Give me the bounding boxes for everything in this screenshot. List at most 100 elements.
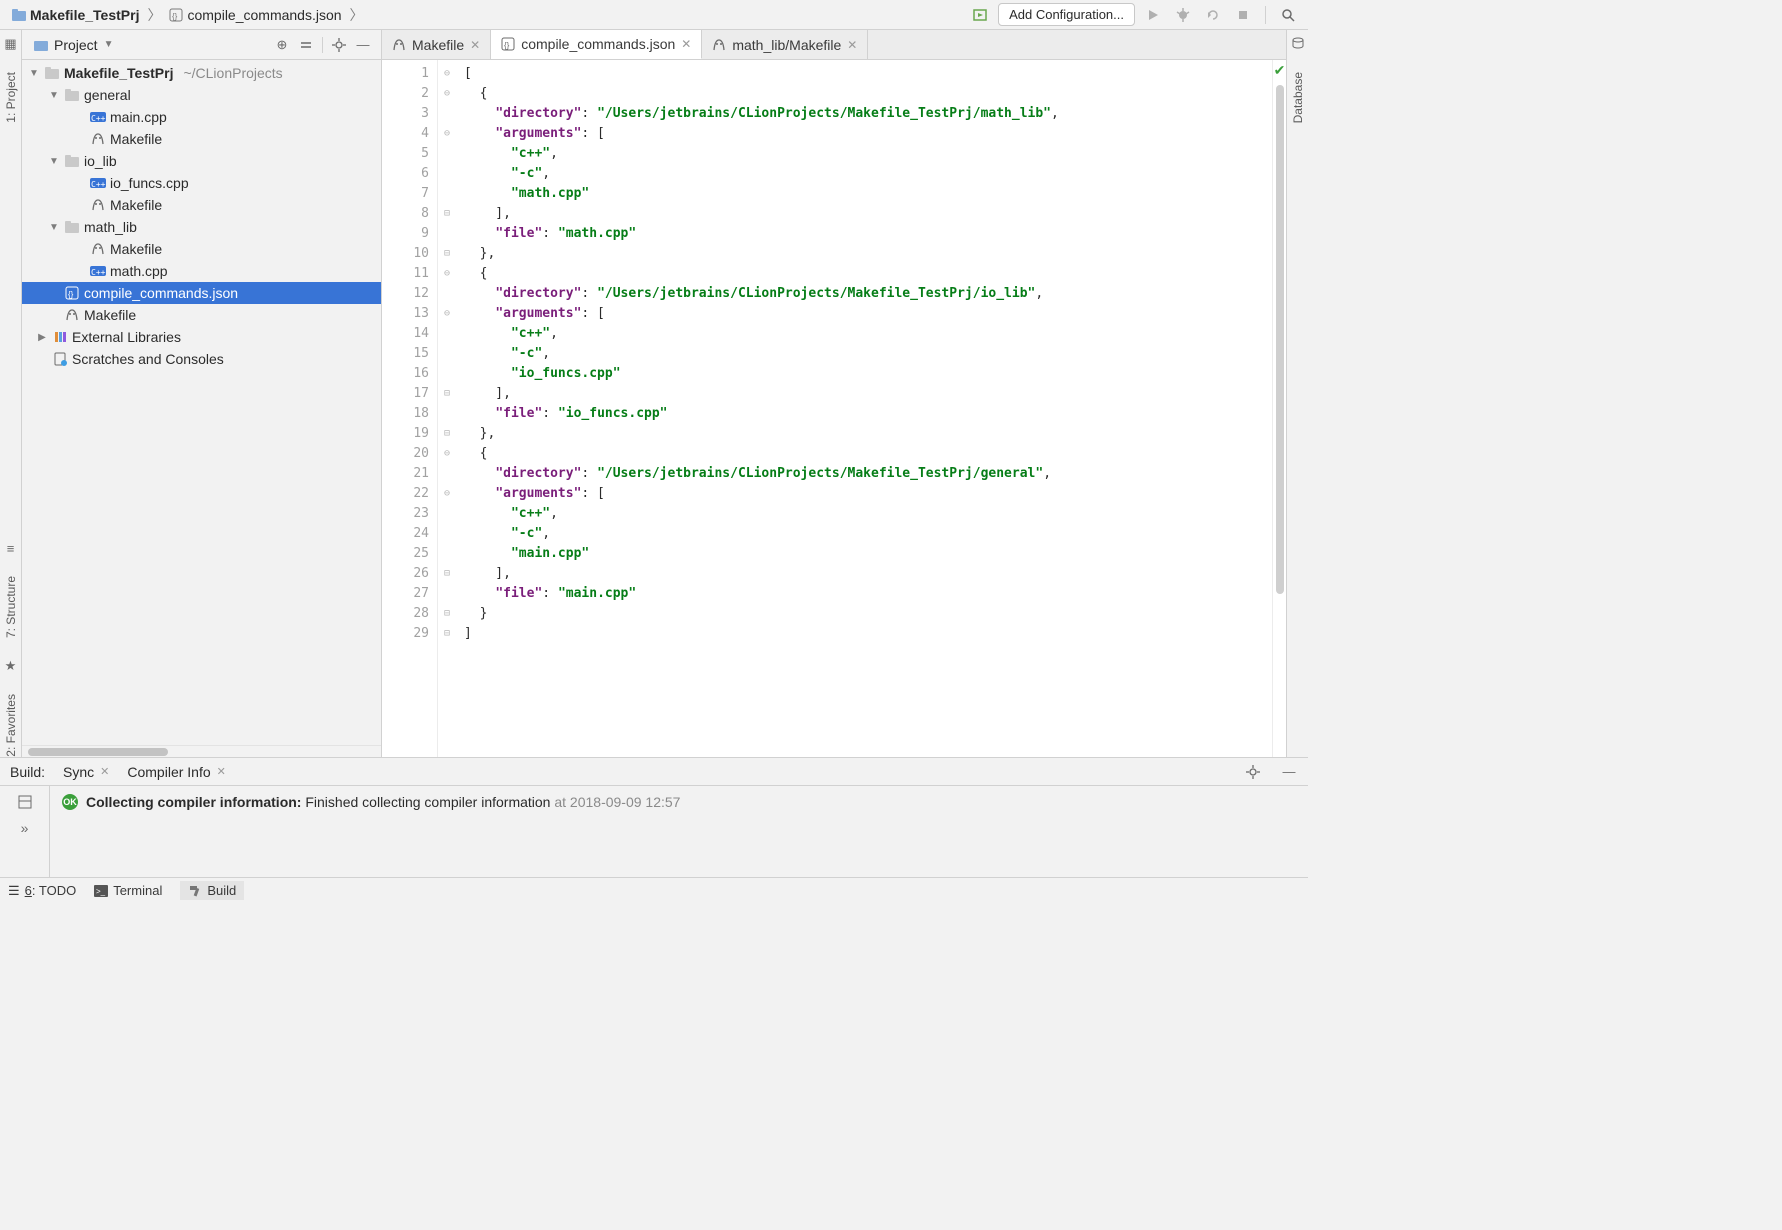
line-number[interactable]: 10 <box>382 244 429 264</box>
fold-mark[interactable] <box>438 164 456 184</box>
line-number[interactable]: 28 <box>382 604 429 624</box>
line-number[interactable]: 23 <box>382 504 429 524</box>
line-number[interactable]: 21 <box>382 464 429 484</box>
tree-node[interactable]: Makefile <box>22 304 381 326</box>
tree-node[interactable]: ▼general <box>22 84 381 106</box>
search-icon[interactable] <box>1276 3 1300 27</box>
fold-mark[interactable] <box>438 364 456 384</box>
line-number[interactable]: 11 <box>382 264 429 284</box>
scrollbar-thumb[interactable] <box>1276 85 1284 594</box>
editor-tab[interactable]: math_lib/Makefile✕ <box>702 30 868 59</box>
fold-mark[interactable]: ⊖ <box>438 484 456 504</box>
editor-tab[interactable]: {}compile_commands.json✕ <box>491 30 702 59</box>
fold-mark[interactable]: ⊟ <box>438 604 456 624</box>
tree-node[interactable]: C++math.cpp <box>22 260 381 282</box>
status-terminal[interactable]: >_ Terminal <box>94 883 162 898</box>
editor-tab[interactable]: Makefile✕ <box>382 30 491 59</box>
fold-mark[interactable] <box>438 584 456 604</box>
error-stripe[interactable]: ✔ <box>1272 60 1286 757</box>
tree-twisty-icon[interactable]: ▶ <box>36 332 48 343</box>
line-number-gutter[interactable]: 1234567891011121314151617181920212223242… <box>382 60 438 757</box>
fold-mark[interactable]: ⊖ <box>438 84 456 104</box>
line-number[interactable]: 22 <box>382 484 429 504</box>
hide-tool-window-icon[interactable]: — <box>353 35 373 55</box>
status-build[interactable]: Build <box>180 881 244 900</box>
line-number[interactable]: 20 <box>382 444 429 464</box>
line-number[interactable]: 15 <box>382 344 429 364</box>
tree-node[interactable]: {}compile_commands.json <box>22 282 381 304</box>
line-number[interactable]: 8 <box>382 204 429 224</box>
fold-mark[interactable] <box>438 404 456 424</box>
fold-mark[interactable]: ⊟ <box>438 564 456 584</box>
fold-mark[interactable] <box>438 144 456 164</box>
code-editor[interactable]: [ { "directory": "/Users/jetbrains/CLion… <box>456 60 1272 757</box>
tree-twisty-icon[interactable]: ▼ <box>48 222 60 233</box>
tree-node[interactable]: ▼math_lib <box>22 216 381 238</box>
line-number[interactable]: 14 <box>382 324 429 344</box>
fold-mark[interactable] <box>438 504 456 524</box>
line-number[interactable]: 12 <box>382 284 429 304</box>
line-number[interactable]: 27 <box>382 584 429 604</box>
run-configuration-selector[interactable]: Add Configuration... <box>998 3 1135 26</box>
breadcrumb-item-root[interactable]: Makefile_TestPrj <box>8 5 143 25</box>
line-number[interactable]: 6 <box>382 164 429 184</box>
line-number[interactable]: 25 <box>382 544 429 564</box>
fold-mark[interactable]: ⊖ <box>438 264 456 284</box>
project-tree[interactable]: ▼Makefile_TestPrj~/CLionProjects▼general… <box>22 60 381 745</box>
fold-mark[interactable]: ⊟ <box>438 244 456 264</box>
fold-mark[interactable]: ⊟ <box>438 204 456 224</box>
line-number[interactable]: 26 <box>382 564 429 584</box>
line-number[interactable]: 7 <box>382 184 429 204</box>
locate-icon[interactable]: ⊕ <box>272 35 292 55</box>
fold-mark[interactable]: ⊟ <box>438 424 456 444</box>
tree-node[interactable]: ▼Makefile_TestPrj~/CLionProjects <box>22 62 381 84</box>
status-todo[interactable]: ☰ 6: TODO <box>8 883 76 899</box>
fold-mark[interactable] <box>438 464 456 484</box>
line-number[interactable]: 18 <box>382 404 429 424</box>
tree-node[interactable]: Makefile <box>22 238 381 260</box>
collapse-all-icon[interactable] <box>296 35 316 55</box>
fold-mark[interactable] <box>438 544 456 564</box>
run-icon[interactable] <box>1141 3 1165 27</box>
breadcrumb-item-file[interactable]: {} compile_commands.json <box>165 5 345 25</box>
tree-node[interactable]: Scratches and Consoles <box>22 348 381 370</box>
fold-mark[interactable]: ⊖ <box>438 64 456 84</box>
fold-mark[interactable] <box>438 324 456 344</box>
line-number[interactable]: 24 <box>382 524 429 544</box>
tree-node[interactable]: ▶External Libraries <box>22 326 381 348</box>
line-number[interactable]: 3 <box>382 104 429 124</box>
close-icon[interactable]: ✕ <box>100 765 109 778</box>
fold-mark[interactable] <box>438 344 456 364</box>
line-number[interactable]: 5 <box>382 144 429 164</box>
debug-icon[interactable] <box>1171 3 1195 27</box>
stripe-button-database[interactable]: Database <box>1291 72 1305 123</box>
gear-icon[interactable] <box>329 35 349 55</box>
rerun-icon[interactable] <box>1201 3 1225 27</box>
fold-mark[interactable]: ⊖ <box>438 444 456 464</box>
tree-node[interactable]: Makefile <box>22 128 381 150</box>
line-number[interactable]: 9 <box>382 224 429 244</box>
fold-mark[interactable] <box>438 524 456 544</box>
gear-icon[interactable] <box>1244 763 1262 781</box>
line-number[interactable]: 4 <box>382 124 429 144</box>
close-icon[interactable]: ✕ <box>847 38 857 52</box>
line-number[interactable]: 29 <box>382 624 429 644</box>
close-icon[interactable]: ✕ <box>681 37 691 51</box>
stripe-button-favorites[interactable]: 2: Favorites <box>4 694 18 757</box>
tab-sync[interactable]: Sync ✕ <box>63 764 109 780</box>
fold-mark[interactable]: ⊖ <box>438 304 456 324</box>
close-icon[interactable]: ✕ <box>470 38 480 52</box>
tab-compiler-info[interactable]: Compiler Info ✕ <box>127 764 225 780</box>
hide-tool-window-icon[interactable]: — <box>1280 763 1298 781</box>
stripe-button-structure[interactable]: 7: Structure <box>4 576 18 638</box>
line-number[interactable]: 16 <box>382 364 429 384</box>
fold-mark[interactable] <box>438 284 456 304</box>
stop-icon[interactable] <box>1231 3 1255 27</box>
tree-twisty-icon[interactable]: ▼ <box>48 156 60 167</box>
tree-twisty-icon[interactable]: ▼ <box>48 90 60 101</box>
horizontal-scrollbar[interactable] <box>22 745 381 757</box>
tree-twisty-icon[interactable]: ▼ <box>28 68 40 79</box>
line-number[interactable]: 2 <box>382 84 429 104</box>
toggle-tree-icon[interactable] <box>17 794 33 810</box>
tree-node[interactable]: Makefile <box>22 194 381 216</box>
